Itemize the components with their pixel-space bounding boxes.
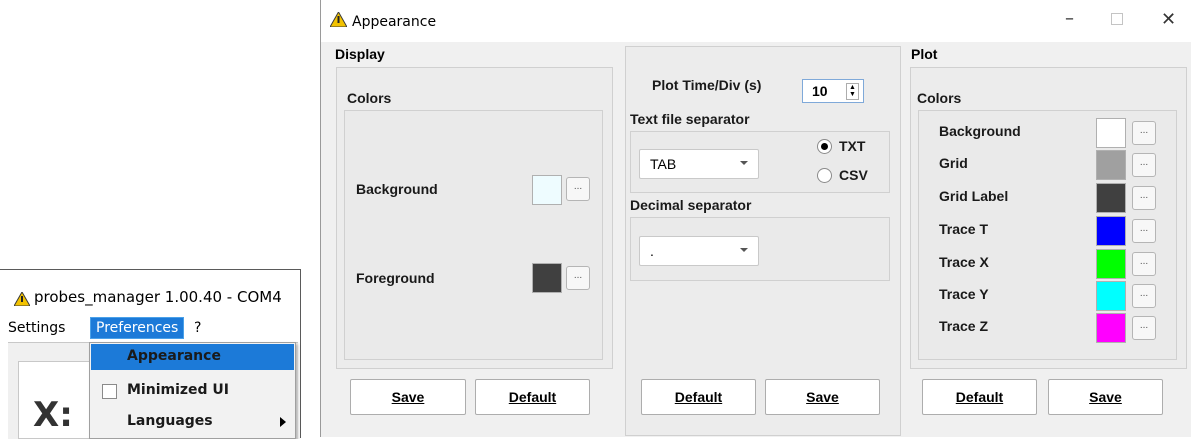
display-foreground-label: Foreground	[356, 270, 435, 286]
display-title: Display	[335, 46, 385, 62]
plot-title: Plot	[911, 46, 938, 62]
menu-item-minimized-ui[interactable]: Minimized UI	[91, 378, 294, 404]
text-sep-value: TAB	[650, 156, 677, 172]
plot-color-picker-button[interactable]: ...	[1132, 121, 1156, 145]
plot-color-swatch[interactable]	[1096, 281, 1126, 311]
txt-label: TXT	[839, 138, 866, 154]
display-background-swatch[interactable]	[532, 175, 562, 205]
plot-time-value: 10	[812, 83, 828, 99]
menu-item-label: Appearance	[127, 348, 221, 364]
plot-color-swatch[interactable]	[1096, 183, 1126, 213]
plot-color-picker-button[interactable]: ...	[1132, 219, 1156, 243]
spin-arrows-icon[interactable]: ▲ ▼	[846, 83, 859, 100]
plot-color-picker-button[interactable]: ...	[1132, 153, 1156, 177]
menu-preferences[interactable]: Preferences	[90, 317, 185, 339]
default-label: Default	[674, 389, 723, 405]
plot-default-button[interactable]: Default	[922, 379, 1037, 415]
minimized-ui-checkbox[interactable]	[102, 384, 117, 399]
menu-item-label: Languages	[127, 413, 213, 429]
menu-item-appearance[interactable]: Appearance	[91, 344, 294, 370]
app-warning-icon	[14, 292, 30, 306]
plot-color-label: Grid Label	[939, 188, 1009, 204]
plot-color-label: Trace X	[939, 254, 989, 270]
close-button[interactable]: ✕	[1161, 9, 1176, 30]
txt-radio[interactable]	[817, 139, 832, 154]
default-label: Default	[508, 389, 557, 405]
decimal-sep-value: .	[650, 243, 654, 259]
save-label: Save	[391, 389, 425, 405]
csv-radio[interactable]	[817, 168, 832, 183]
display-foreground-swatch[interactable]	[532, 263, 562, 293]
decimal-sep-combo[interactable]: .	[639, 236, 759, 266]
middle-save-button[interactable]: Save	[765, 379, 880, 415]
plot-color-picker-button[interactable]: ...	[1132, 186, 1156, 210]
plot-color-swatch[interactable]	[1096, 216, 1126, 246]
plot-color-picker-button[interactable]: ...	[1132, 316, 1156, 340]
plot-color-label: Grid	[939, 155, 968, 171]
save-label: Save	[806, 389, 839, 405]
menu-help[interactable]: ?	[194, 320, 201, 336]
plot-color-label: Trace Y	[939, 286, 989, 302]
display-colors-title: Colors	[347, 90, 392, 106]
decimal-sep-label: Decimal separator	[630, 197, 752, 213]
display-background-label: Background	[356, 181, 438, 197]
menu-settings[interactable]: Settings	[8, 320, 65, 336]
plot-color-label: Trace Z	[939, 318, 989, 334]
plot-color-swatch[interactable]	[1096, 150, 1126, 180]
chevron-down-icon	[740, 161, 748, 165]
display-default-button[interactable]: Default	[475, 379, 590, 415]
display-background-picker-button[interactable]: ...	[566, 177, 590, 201]
plot-colors-title: Colors	[917, 90, 962, 106]
axis-label: X:	[33, 395, 73, 435]
plot-time-label: Plot Time/Div (s)	[652, 77, 762, 93]
display-colors-inner	[344, 110, 603, 360]
plot-time-spinbox[interactable]: 10 ▲ ▼	[802, 79, 864, 103]
plot-save-button[interactable]: Save	[1048, 379, 1163, 415]
appearance-dialog: Appearance – ✕ Display Colors Background…	[320, 0, 1191, 437]
dialog-title: Appearance	[352, 14, 437, 30]
plot-color-swatch[interactable]	[1096, 118, 1126, 148]
menu-item-label: Minimized UI	[127, 382, 229, 398]
display-foreground-picker-button[interactable]: ...	[566, 266, 590, 290]
plot-color-label: Trace T	[939, 221, 989, 237]
warning-icon	[330, 12, 347, 27]
submenu-arrow-icon	[280, 417, 286, 427]
plot-color-picker-button[interactable]: ...	[1132, 252, 1156, 276]
save-label: Save	[1089, 389, 1122, 405]
middle-default-button[interactable]: Default	[641, 379, 756, 415]
plot-color-swatch[interactable]	[1096, 249, 1126, 279]
dialog-titlebar	[321, 0, 1191, 42]
menu-item-languages[interactable]: Languages	[91, 409, 294, 435]
minimize-button[interactable]: –	[1065, 8, 1074, 29]
maximize-button[interactable]	[1111, 13, 1123, 25]
preferences-dropdown: Appearance Minimized UI Languages	[89, 342, 296, 439]
chevron-down-icon	[740, 248, 748, 252]
display-save-button[interactable]: Save	[350, 379, 466, 415]
csv-label: CSV	[839, 167, 868, 183]
text-sep-label: Text file separator	[630, 111, 750, 127]
main-window-title: probes_manager 1.00.40 - COM4	[34, 288, 282, 306]
text-sep-combo[interactable]: TAB	[639, 149, 759, 179]
default-label: Default	[955, 389, 1004, 405]
plot-color-label: Background	[939, 123, 1021, 139]
plot-color-picker-button[interactable]: ...	[1132, 284, 1156, 308]
plot-color-swatch[interactable]	[1096, 313, 1126, 343]
